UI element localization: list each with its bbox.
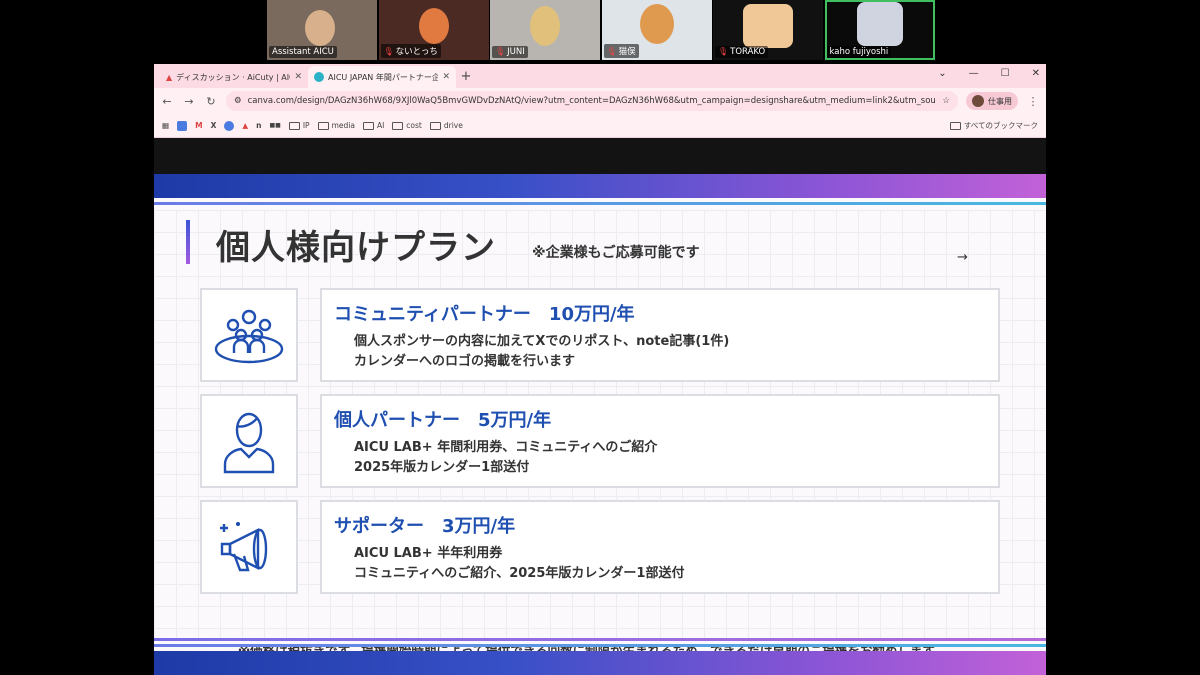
gmail-icon[interactable]: M (195, 121, 202, 130)
address-bar[interactable]: ⚙ canva.com/design/DAGzN36hW68/9XJl0WaQ5… (226, 91, 958, 111)
plan-icon-box (200, 500, 298, 594)
participant-strip: Assistant AICU 🎙 ないとっち 🎙 JUNI 🎙 猫俣 🎙 TORAKO … (267, 0, 936, 60)
slide-bottom-line (154, 644, 1046, 647)
canva-favicon-icon (314, 72, 324, 82)
slide-title: 個人様向けプラン (216, 228, 496, 268)
aicu-favicon-icon: ▲ (166, 72, 173, 82)
bookmark-favicon-icon[interactable]: ■■ (269, 122, 280, 129)
bookmark-folder[interactable]: cost (392, 121, 422, 130)
forward-icon[interactable]: → (182, 95, 196, 108)
plan-card-supporter: サポーター 3万円/年 AICU LAB+ 半年利用券 コミュニティへのご紹介、2… (320, 500, 1000, 594)
mic-muted-icon: 🎙 (383, 47, 394, 56)
plan-description: AICU LAB+ 半年利用券 コミュニティへのご紹介、2025年版カレンダー1… (354, 546, 685, 581)
participant-tile[interactable]: Assistant AICU (267, 0, 377, 60)
all-bookmarks-folder[interactable]: すべてのブックマーク (949, 120, 1038, 131)
folder-icon (288, 121, 300, 130)
mic-muted-icon: 🎙 (606, 47, 617, 56)
new-tab-button[interactable]: + (456, 66, 476, 88)
participant-tile[interactable]: 🎙 TORAKO (713, 0, 823, 60)
megaphone-icon (220, 522, 268, 572)
participant-video (418, 8, 449, 44)
back-icon[interactable]: ← (160, 95, 174, 108)
plan-price: 3万円/年 (442, 516, 516, 537)
window-controls: ⌄ — ☐ ✕ (938, 68, 1040, 79)
folder-icon (362, 121, 374, 130)
plan-title: コミュニティパートナー 10万円/年 (334, 304, 635, 325)
plan-description: AICU LAB+ 年間利用券、コミュニティへのご紹介 2025年版カレンダー1… (354, 440, 658, 475)
bookmark-folder[interactable]: AI (362, 121, 384, 130)
participant-avatar (856, 2, 903, 46)
participant-name: 🎙 JUNI (492, 46, 528, 58)
close-window-icon[interactable]: ✕ (1032, 68, 1040, 79)
address-row: ← → ↻ ⚙ canva.com/design/DAGzN36hW68/9XJ… (154, 88, 1046, 114)
browser-window: ▲ ディスカッション · AiCuty | AICU Ja ✕ AICU JAP… (154, 64, 1046, 675)
slide-top-band (154, 174, 1046, 198)
folder-icon (429, 121, 441, 130)
arrow-right-icon[interactable]: → (957, 250, 968, 265)
tab-search-icon[interactable]: ⌄ (938, 68, 946, 79)
canva-viewport: 個人様向けプラン ※企業様もご応募可能です → コミュニティパートナー 10万円/… (154, 138, 1046, 675)
participant-avatar (743, 4, 793, 48)
mic-muted-icon: 🎙 (718, 47, 729, 56)
slide-bottom-line (154, 638, 1046, 641)
folder-icon (949, 121, 961, 130)
participant-video (639, 4, 674, 44)
note-icon[interactable]: n (256, 121, 261, 130)
bookmarks-bar: ▦ M X ▲ n ■■ IP media AI cost drive すべての… (154, 114, 1046, 138)
folder-icon (392, 121, 404, 130)
reload-icon[interactable]: ↻ (204, 95, 218, 108)
slide-bottom-band (154, 651, 1046, 675)
participant-video (530, 6, 560, 46)
chrome-icon[interactable] (224, 120, 235, 131)
folder-icon (317, 121, 329, 130)
bookmark-favicon-icon[interactable] (177, 120, 188, 131)
participant-name: 🎙 猫俣 (603, 44, 639, 58)
plan-description: 個人スポンサーの内容に加えてXでのリポスト、note記事(1件) カレンダーへの… (354, 334, 730, 369)
site-info-icon[interactable]: ⚙ (234, 96, 242, 106)
participant-name: Assistant AICU (269, 46, 337, 58)
menu-icon[interactable]: ⋮ (1026, 95, 1040, 108)
slide-top-line (154, 202, 1046, 205)
profile-button[interactable]: 仕事用 (966, 92, 1018, 110)
participant-name: 🎙 TORAKO (715, 46, 769, 58)
plan-title: サポーター 3万円/年 (334, 516, 516, 537)
title-accent-bar (186, 220, 190, 264)
participant-name: kaho fujiyoshi (826, 46, 892, 58)
mic-muted-icon: 🎙 (495, 47, 506, 56)
slide-subtitle: ※企業様もご応募可能です (532, 245, 700, 261)
participant-tile[interactable]: 🎙 JUNI (490, 0, 600, 60)
close-tab-icon[interactable]: ✕ (442, 72, 450, 82)
bookmark-folder[interactable]: media (317, 121, 355, 130)
tab-canva[interactable]: AICU JAPAN 年間パートナー企画 ✕ (308, 66, 456, 88)
plan-card-personal: 個人パートナー 5万円/年 AICU LAB+ 年間利用券、コミュニティへのご紹介… (320, 394, 1000, 488)
participant-tile[interactable]: 🎙 ないとっち (378, 0, 489, 60)
bookmark-folder[interactable]: drive (429, 121, 463, 130)
maximize-icon[interactable]: ☐ (1001, 68, 1010, 79)
minimize-icon[interactable]: — (969, 68, 979, 79)
profile-avatar (972, 95, 984, 107)
participant-name: 🎙 ないとっち (380, 44, 441, 58)
tab-bar: ▲ ディスカッション · AiCuty | AICU Ja ✕ AICU JAP… (154, 64, 1046, 88)
plan-price: 10万円/年 (548, 304, 635, 325)
plan-icon-box (200, 288, 298, 382)
close-tab-icon[interactable]: ✕ (294, 72, 302, 82)
slide: 個人様向けプラン ※企業様もご応募可能です → コミュニティパートナー 10万円/… (154, 174, 1046, 675)
person-icon (223, 412, 275, 474)
participant-tile-active[interactable]: kaho fujiyoshi (824, 0, 935, 60)
participant-video (305, 10, 335, 46)
participant-tile[interactable]: 🎙 猫俣 (601, 0, 712, 60)
aicu-icon[interactable]: ▲ (242, 121, 248, 130)
bookmark-star-icon[interactable]: ☆ (942, 96, 950, 106)
plan-icon-box (200, 394, 298, 488)
plan-title: 個人パートナー 5万円/年 (334, 410, 552, 431)
plan-price: 5万円/年 (478, 410, 552, 431)
community-icon (214, 309, 284, 364)
x-icon[interactable]: X (211, 121, 217, 130)
url-text: canva.com/design/DAGzN36hW68/9XJl0WaQ5Bm… (247, 96, 937, 106)
tab-discussion[interactable]: ▲ ディスカッション · AiCuty | AICU Ja ✕ (160, 66, 308, 88)
bookmark-folder[interactable]: IP (288, 121, 310, 130)
apps-icon[interactable]: ▦ (162, 121, 169, 130)
plan-card-community: コミュニティパートナー 10万円/年 個人スポンサーの内容に加えてXでのリポスト、… (320, 288, 1000, 382)
